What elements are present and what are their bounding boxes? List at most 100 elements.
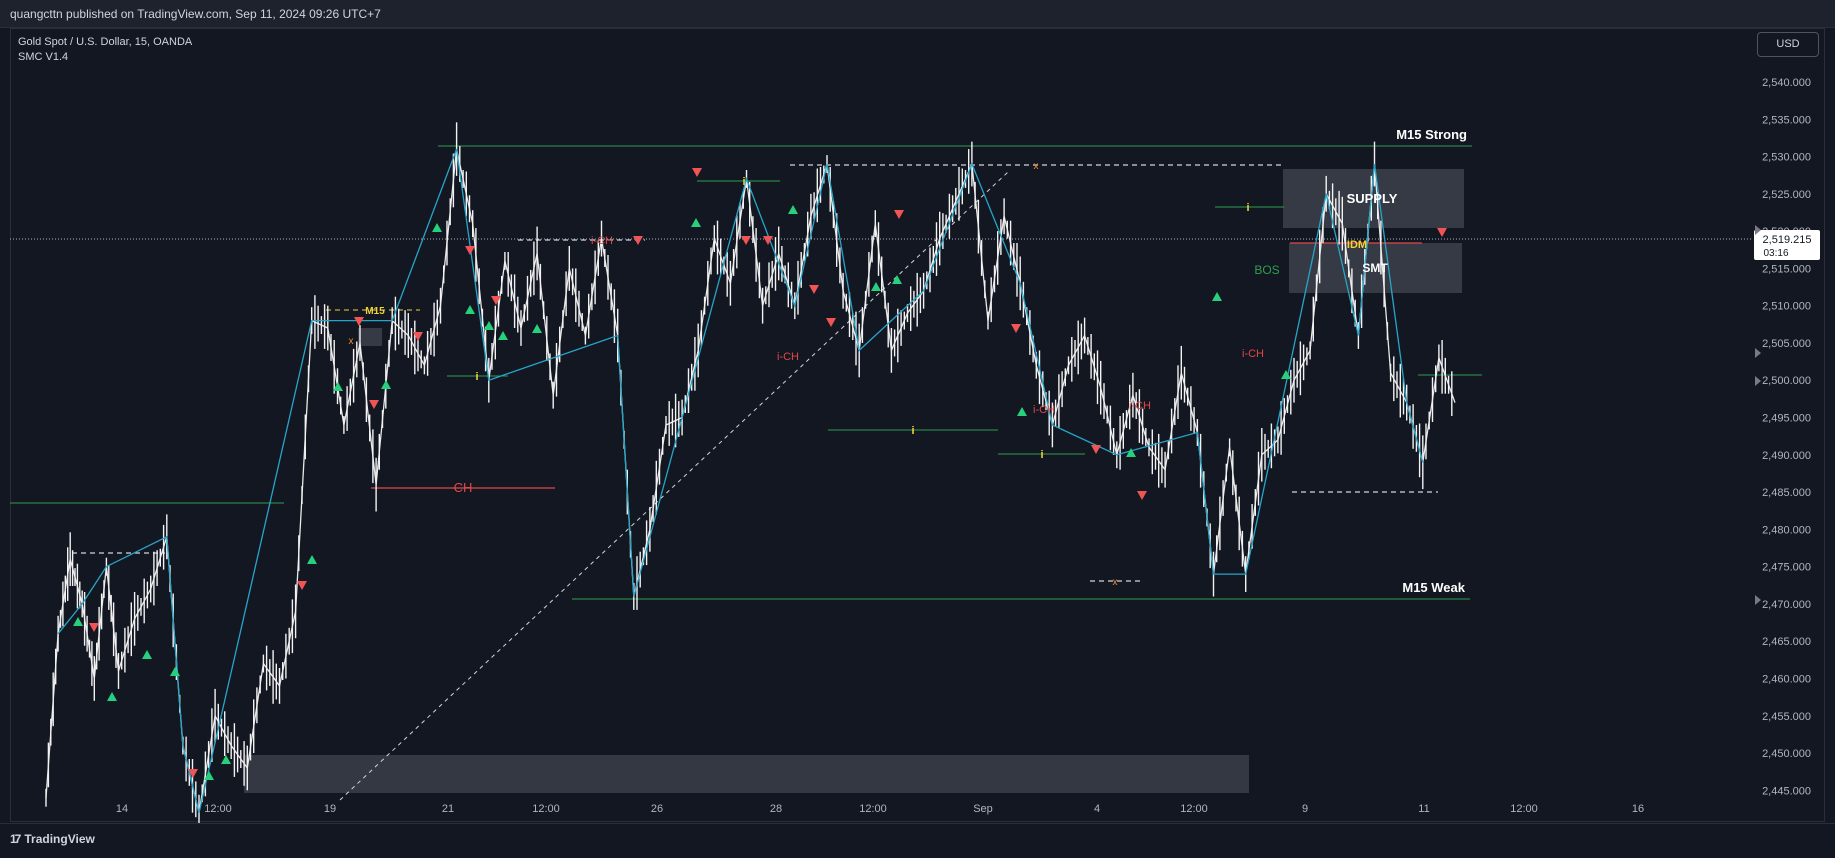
footer-bar [0, 823, 1835, 858]
bullish-marker [107, 692, 117, 701]
bullish-marker [498, 331, 508, 340]
time-tick-label: 28 [770, 803, 782, 815]
axis-arrow-icon [1755, 595, 1761, 605]
zones-layer [244, 169, 1464, 793]
bullish-marker [892, 275, 902, 284]
time-tick-label: 26 [651, 803, 663, 815]
idm-i-label: i [742, 176, 745, 188]
countdown-value: 03:16 [1763, 248, 1788, 259]
tv-logo-icon: 17 [10, 832, 21, 846]
time-tick-label: Sep [973, 803, 993, 815]
structure-lines [10, 145, 1752, 801]
price-tick-label: 2,465.000 [1762, 636, 1811, 648]
bullish-marker [788, 205, 798, 214]
zigzag-layer [57, 148, 1424, 813]
choch-label: CH [454, 480, 473, 495]
bullish-marker [871, 282, 881, 291]
price-tick-label: 2,515.000 [1762, 263, 1811, 275]
price-tick-label: 2,475.000 [1762, 562, 1811, 574]
bullish-marker [1017, 407, 1027, 416]
i-choch-label: i-CH [777, 351, 799, 363]
time-tick-label: 12:00 [859, 803, 887, 815]
price-tick-label: 2,530.000 [1762, 152, 1811, 164]
x-marker-label: x [1113, 577, 1118, 588]
small-zone [358, 328, 382, 346]
axis-arrow-icon [1755, 376, 1761, 386]
bullish-marker [1281, 370, 1291, 379]
idm-i-label: i [1246, 202, 1249, 214]
bearish-marker [1091, 445, 1101, 454]
price-tick-label: 2,460.000 [1762, 673, 1811, 685]
time-tick-label: 21 [442, 803, 454, 815]
bearish-marker [354, 317, 364, 326]
bullish-marker [73, 617, 83, 626]
price-tick-label: 2,535.000 [1762, 114, 1811, 126]
time-tick-label: 14 [116, 803, 128, 815]
i-choch-label: i-CH [1242, 348, 1264, 360]
smt-label: SMT [1362, 261, 1388, 275]
bullish-marker [170, 667, 180, 676]
idm-i-label: i [911, 425, 914, 437]
supply-label: SUPPLY [1347, 191, 1398, 206]
bearish-marker [741, 236, 751, 245]
axis-arrow-icon [1755, 348, 1761, 358]
i-choch-label: i-CH [591, 235, 613, 247]
bullish-marker [691, 218, 701, 227]
last-price-value: 2,519.215 [1763, 234, 1812, 246]
bearish-marker [692, 168, 702, 177]
m15-strong-label: M15 Strong [1396, 127, 1467, 142]
bearish-marker [826, 318, 836, 327]
zigzag-line [57, 148, 1424, 813]
bearish-marker [297, 581, 307, 590]
time-tick-label: 19 [324, 803, 336, 815]
x-marker-label: x [349, 336, 354, 347]
time-axis[interactable]: 14 12:00 19 21 12:00 26 28 12:00 Sep 4 12:00 9 11 12:… [116, 803, 1644, 815]
idm-label: IDM [1347, 239, 1367, 251]
price-tick-label: 2,450.000 [1762, 748, 1811, 760]
time-tick-label: 12:00 [204, 803, 232, 815]
price-tick-label: 2,480.000 [1762, 524, 1811, 536]
bearish-marker [809, 285, 819, 294]
price-tick-label: 2,470.000 [1762, 599, 1811, 611]
time-tick-label: 12:00 [532, 803, 560, 815]
tradingview-logo[interactable]: 17 TradingView [10, 832, 95, 846]
price-tick-label: 2,495.000 [1762, 413, 1811, 425]
price-chart[interactable]: 2,540.0002,535.0002,530.0002,525.0002,52… [0, 0, 1835, 857]
bearish-marker [1011, 324, 1021, 333]
price-series[interactable] [45, 122, 1456, 831]
bullish-marker [221, 755, 231, 764]
price-tick-label: 2,510.000 [1762, 301, 1811, 313]
m15-label: M15 [365, 306, 385, 317]
time-tick-label: 12:00 [1180, 803, 1208, 815]
time-tick-label: 4 [1094, 803, 1100, 815]
tv-brand: TradingView [24, 832, 95, 846]
bearish-marker [633, 236, 643, 245]
x-marker-label: x [1034, 161, 1039, 172]
price-tick-label: 2,490.000 [1762, 450, 1811, 462]
bullish-marker [307, 555, 317, 564]
price-tick-label: 2,505.000 [1762, 338, 1811, 350]
price-tick-label: 2,455.000 [1762, 711, 1811, 723]
bullish-marker [142, 650, 152, 659]
idm-i-label: i [1040, 449, 1043, 461]
price-tick-label: 2,485.000 [1762, 487, 1811, 499]
bearish-marker [1137, 491, 1147, 500]
bearish-marker [369, 400, 379, 409]
bullish-marker [432, 223, 442, 232]
price-tick-label: 2,540.000 [1762, 77, 1811, 89]
i-choch-label: i-CH [1033, 404, 1055, 416]
bearish-marker [894, 210, 904, 219]
time-tick-label: 11 [1418, 803, 1429, 815]
bullish-marker [381, 380, 391, 389]
bullish-marker [1212, 292, 1222, 301]
bullish-marker [465, 305, 475, 314]
time-tick-label: 12:00 [1510, 803, 1538, 815]
price-axis[interactable]: 2,540.0002,535.0002,530.0002,525.0002,52… [1762, 77, 1811, 797]
bearish-marker [1437, 228, 1447, 237]
time-tick-label: 9 [1302, 803, 1308, 815]
trend-dashed-line [339, 171, 1009, 801]
bearish-marker [89, 623, 99, 632]
lower-demand-zone [244, 755, 1249, 793]
price-tick-label: 2,500.000 [1762, 375, 1811, 387]
bullish-marker [532, 324, 542, 333]
